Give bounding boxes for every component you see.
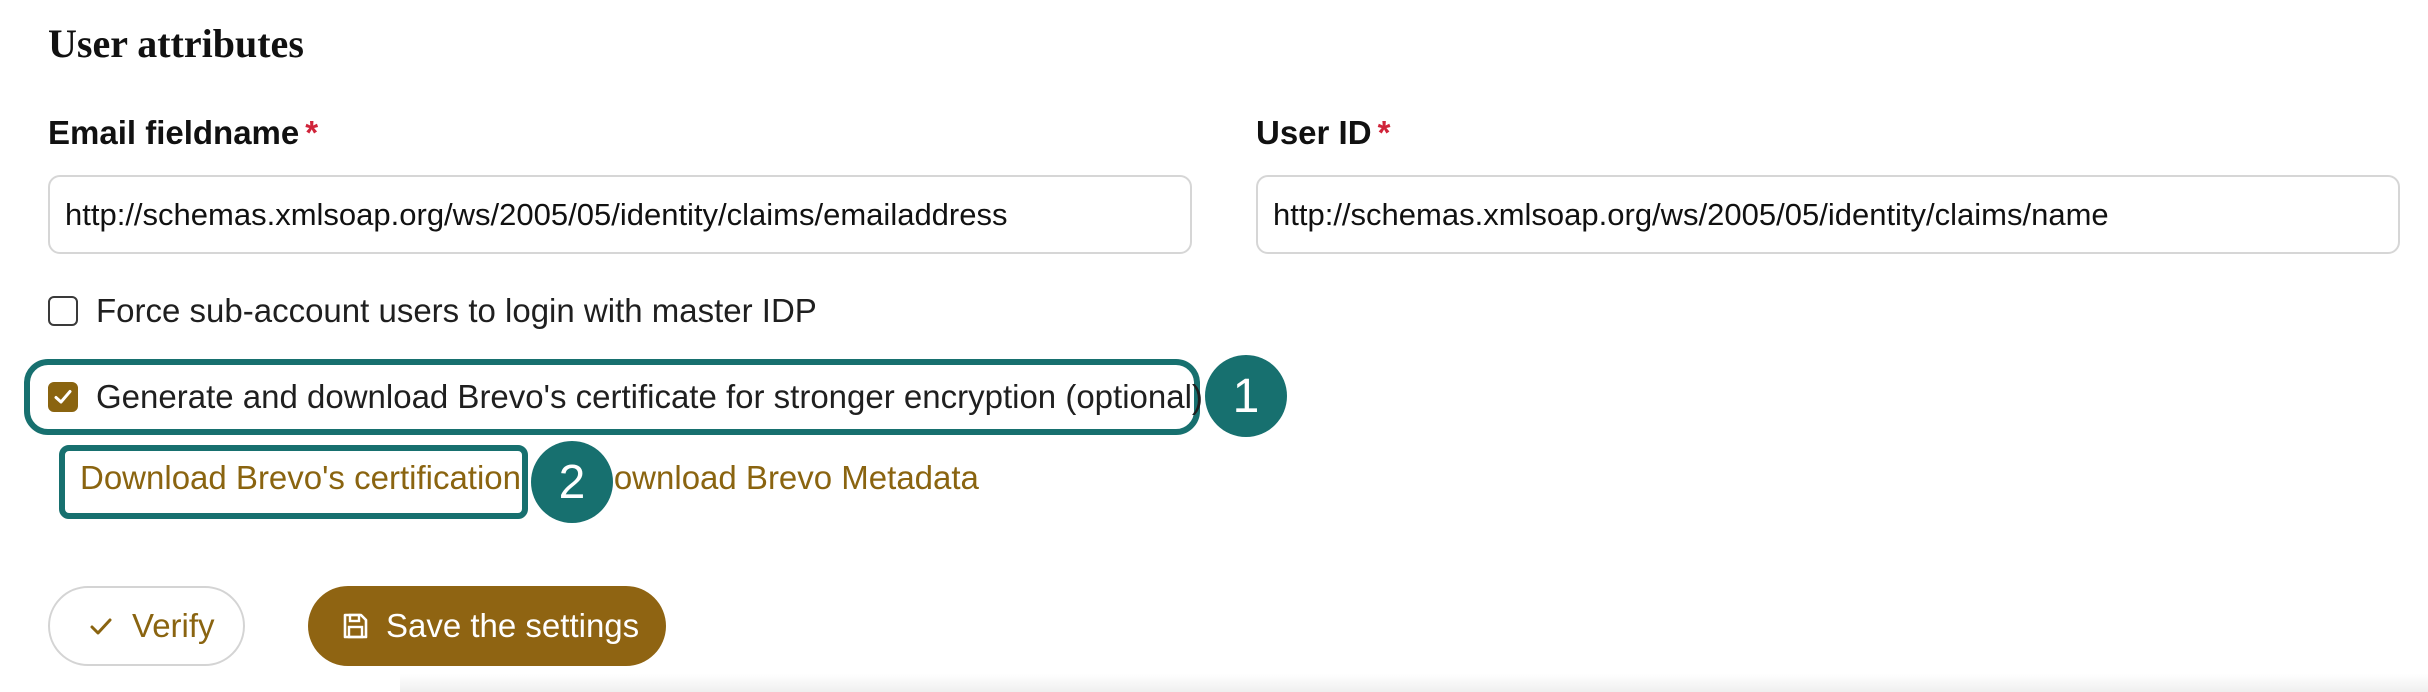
save-settings-button-label: Save the settings: [386, 607, 640, 644]
email-field-label: Email fieldname *: [48, 114, 318, 152]
bottom-shadow: [400, 674, 2428, 692]
generate-certificate-option[interactable]: Generate and download Brevo's certificat…: [48, 375, 1203, 419]
verify-button[interactable]: Verify: [48, 586, 245, 666]
download-certification-link[interactable]: Download Brevo's certification: [80, 459, 521, 497]
section-title: User attributes: [48, 21, 304, 66]
save-settings-button[interactable]: Save the settings: [308, 586, 666, 666]
email-field-label-text: Email fieldname: [48, 114, 300, 151]
annotation-step-badge-1: 1: [1205, 355, 1287, 437]
force-master-idp-option[interactable]: Force sub-account users to login with ma…: [48, 289, 817, 333]
download-metadata-link[interactable]: Download Brevo Metadata: [590, 459, 979, 497]
generate-certificate-label: Generate and download Brevo's certificat…: [96, 378, 1203, 415]
floppy-disk-icon: [340, 611, 370, 641]
check-icon: [86, 611, 116, 641]
force-master-idp-label: Force sub-account users to login with ma…: [96, 292, 817, 329]
email-fieldname-input[interactable]: [48, 175, 1192, 254]
verify-button-label: Verify: [132, 607, 215, 644]
annotation-step-badge-2: 2: [531, 441, 613, 523]
user-id-input[interactable]: [1256, 175, 2400, 254]
user-id-field-label: User ID *: [1256, 114, 1390, 152]
required-marker: *: [305, 114, 319, 151]
required-marker: *: [1377, 114, 1391, 151]
force-master-idp-checkbox[interactable]: [48, 296, 78, 326]
user-id-field-label-text: User ID: [1256, 114, 1372, 151]
generate-certificate-checkbox[interactable]: [48, 382, 78, 412]
checkmark-icon: [54, 390, 72, 404]
